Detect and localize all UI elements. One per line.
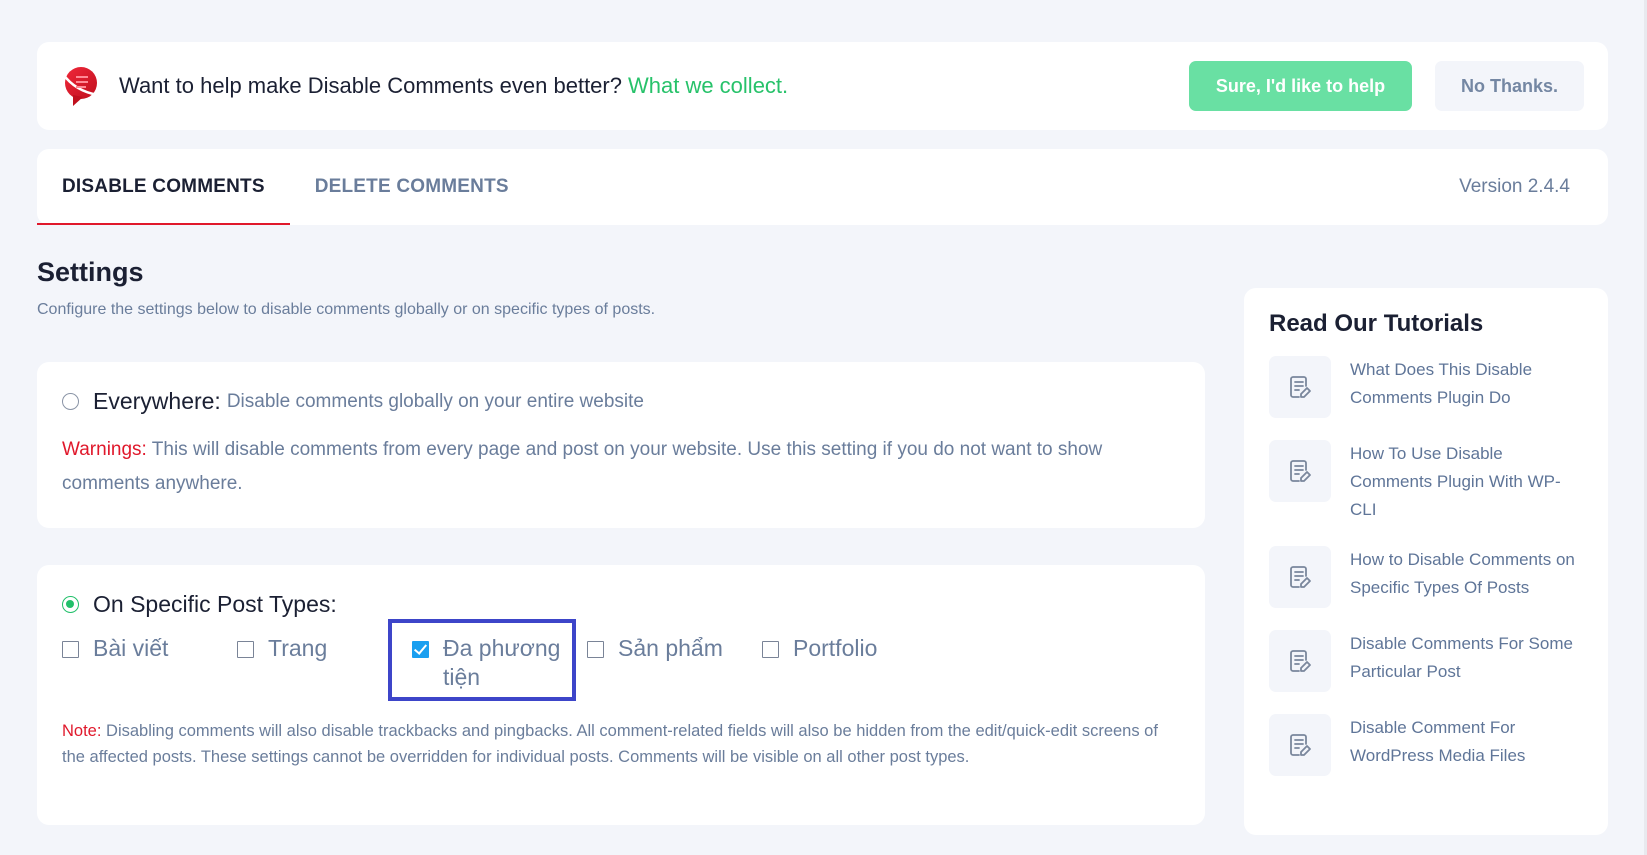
tutorial-item[interactable]: Disable Comments For Some Particular Pos… [1269, 630, 1583, 692]
specific-post-types-radio[interactable] [62, 596, 79, 613]
post-type-checkbox-checked[interactable] [412, 641, 429, 658]
tutorials-sidebar: Read Our Tutorials What Does This Disabl… [1244, 288, 1608, 835]
everywhere-description: Disable comments globally on your entire… [226, 390, 644, 412]
post-type-list: Bài viết Trang Đa phương tiện Sản phẩm P… [62, 634, 1180, 698]
tutorial-link[interactable]: How To Use Disable Comments Plugin With … [1350, 440, 1583, 524]
post-type-bai-viet[interactable]: Bài viết [62, 634, 168, 663]
specific-post-types-card: On Specific Post Types: Bài viết Trang Đ… [37, 565, 1205, 825]
everywhere-warning: Warnings: This will disable comments fro… [62, 433, 1180, 501]
feedback-banner: Want to help make Disable Comments even … [37, 42, 1608, 130]
post-type-label: Sản phẩm [618, 635, 723, 661]
post-type-checkbox[interactable] [587, 641, 604, 658]
everywhere-option-card: Everywhere: Disable comments globally on… [37, 362, 1205, 528]
tutorial-item[interactable]: Disable Comment For WordPress Media File… [1269, 714, 1583, 776]
specific-note: Note: Disabling comments will also disab… [62, 718, 1180, 770]
post-type-checkbox[interactable] [62, 641, 79, 658]
tutorials-title: Read Our Tutorials [1269, 310, 1484, 337]
warning-text: This will disable comments from every pa… [62, 439, 1103, 494]
everywhere-radio[interactable] [62, 393, 79, 410]
settings-title: Settings [37, 257, 144, 287]
post-type-label: Trang [268, 635, 328, 661]
post-type-da-phuong-tien[interactable]: Đa phương tiện [412, 634, 572, 692]
note-text: Disabling comments will also disable tra… [62, 722, 1158, 766]
document-edit-icon [1269, 356, 1331, 418]
decline-tracking-button[interactable]: No Thanks. [1435, 61, 1584, 111]
tab-disable-comments[interactable]: DISABLE COMMENTS [37, 149, 290, 225]
post-type-label: Portfolio [793, 635, 878, 661]
document-edit-icon [1269, 546, 1331, 608]
settings-description: Configure the settings below to disable … [37, 301, 656, 318]
post-type-label: Bài viết [93, 635, 169, 661]
disable-comments-logo-icon [62, 67, 99, 106]
post-type-san-pham[interactable]: Sản phẩm [587, 634, 723, 663]
tab-delete-comments[interactable]: DELETE COMMENTS [290, 149, 534, 225]
everywhere-option[interactable]: Everywhere: Disable comments globally on… [62, 388, 1180, 415]
tutorial-item[interactable]: What Does This Disable Comments Plugin D… [1269, 356, 1583, 418]
tutorials-list: What Does This Disable Comments Plugin D… [1269, 356, 1583, 776]
specific-post-types-label: On Specific Post Types: [93, 591, 337, 617]
banner-message: Want to help make Disable Comments even … [119, 73, 622, 98]
tutorial-link[interactable]: What Does This Disable Comments Plugin D… [1350, 356, 1583, 412]
post-type-label: Đa phương tiện [443, 635, 561, 690]
accept-tracking-button[interactable]: Sure, I'd like to help [1189, 61, 1412, 111]
tab-bar: DISABLE COMMENTS DELETE COMMENTS Version… [37, 149, 1608, 225]
document-edit-icon [1269, 630, 1331, 692]
post-type-checkbox[interactable] [237, 641, 254, 658]
tutorial-item[interactable]: How To Use Disable Comments Plugin With … [1269, 440, 1583, 524]
warning-label: Warnings: [62, 439, 147, 460]
version-label: Version 2.4.4 [1459, 176, 1570, 197]
tutorial-link[interactable]: Disable Comments For Some Particular Pos… [1350, 630, 1583, 686]
what-we-collect-link[interactable]: What we collect. [628, 73, 788, 99]
tutorial-link[interactable]: Disable Comment For WordPress Media File… [1350, 714, 1583, 770]
tutorial-link[interactable]: How to Disable Comments on Specific Type… [1350, 546, 1583, 602]
tutorial-item[interactable]: How to Disable Comments on Specific Type… [1269, 546, 1583, 608]
document-edit-icon [1269, 714, 1331, 776]
banner-actions: Sure, I'd like to help No Thanks. [1189, 61, 1584, 111]
everywhere-label: Everywhere: [93, 388, 221, 414]
specific-post-types-option[interactable]: On Specific Post Types: [62, 591, 1180, 618]
document-edit-icon [1269, 440, 1331, 502]
post-type-trang[interactable]: Trang [237, 634, 327, 663]
post-type-portfolio[interactable]: Portfolio [762, 634, 877, 663]
note-label: Note: [62, 722, 102, 740]
post-type-checkbox[interactable] [762, 641, 779, 658]
